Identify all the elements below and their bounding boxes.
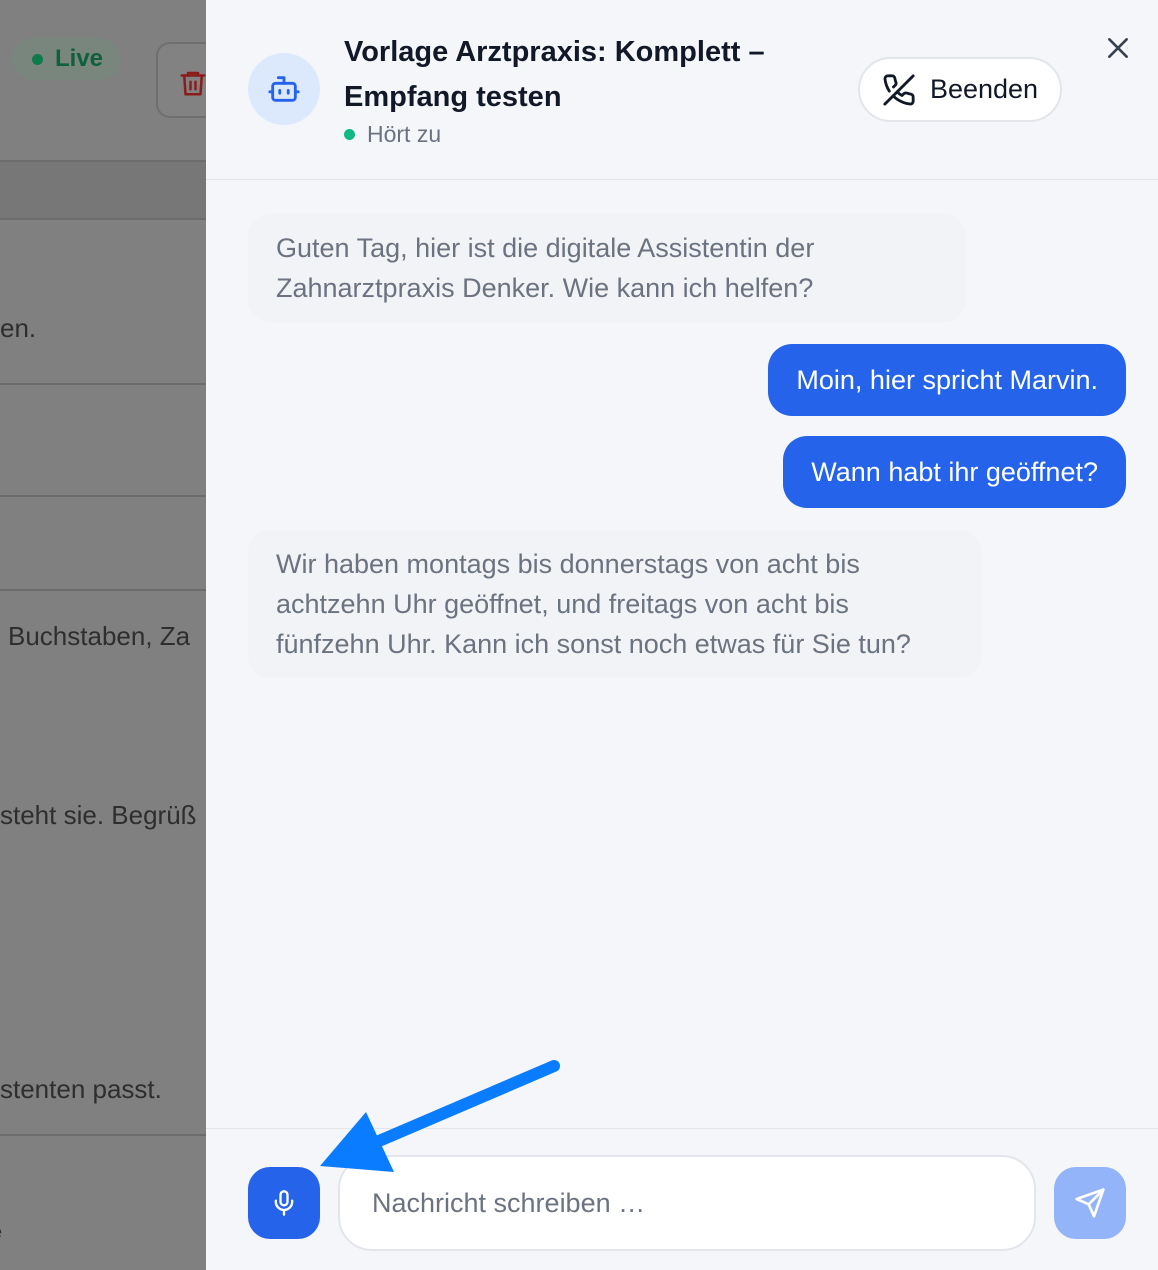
assistant-avatar — [248, 53, 320, 125]
chat-title: Vorlage Arztpraxis: Komplett – Empfang t… — [344, 36, 765, 113]
divider — [0, 1134, 206, 1136]
user-message: Wann habt ihr geöffnet? — [783, 436, 1126, 508]
background-text: en. — [0, 313, 37, 343]
phone-off-icon — [883, 73, 915, 106]
status-dot — [344, 129, 355, 140]
user-message: Moin, hier spricht Marvin. — [768, 344, 1126, 416]
divider — [0, 383, 206, 385]
send-button[interactable] — [1054, 1167, 1126, 1239]
background-text: Buchstaben, Za — [8, 621, 191, 651]
background-text: steht sie. Begrüß — [0, 800, 197, 830]
robot-icon — [268, 76, 300, 102]
background-text: stenten passt. — [0, 1074, 162, 1104]
live-badge: Live — [12, 38, 122, 80]
assistant-message: Wir haben montags bis donnerstags von ac… — [248, 530, 982, 678]
close-icon — [1108, 38, 1128, 58]
end-call-label: Beenden — [929, 74, 1039, 104]
trash-icon — [180, 71, 206, 96]
listening-status: Hört zu — [344, 121, 441, 148]
microphone-icon — [274, 1190, 294, 1216]
send-icon — [1075, 1188, 1105, 1218]
divider — [0, 589, 206, 591]
live-dot — [32, 53, 43, 65]
close-button[interactable] — [1102, 32, 1134, 64]
delete-button[interactable] — [156, 42, 206, 118]
message-composer — [206, 1128, 1158, 1270]
panel-header: Vorlage Arztpraxis: Komplett – Empfang t… — [206, 0, 1158, 180]
divider — [0, 218, 206, 220]
live-label: Live — [55, 45, 104, 72]
background-page: Live en. Buchstaben, Za steht sie. Begrü… — [0, 0, 206, 1270]
background-text: e — [0, 1222, 2, 1243]
table-header-band — [0, 162, 206, 218]
microphone-button[interactable] — [248, 1167, 320, 1239]
divider — [0, 495, 206, 497]
chat-test-panel: Vorlage Arztpraxis: Komplett – Empfang t… — [206, 0, 1158, 1270]
message-input[interactable] — [338, 1155, 1036, 1251]
assistant-message: Guten Tag, hier ist die digitale Assiste… — [248, 214, 966, 322]
end-call-button[interactable]: Beenden — [858, 57, 1062, 122]
status-text: Hört zu — [367, 121, 442, 147]
